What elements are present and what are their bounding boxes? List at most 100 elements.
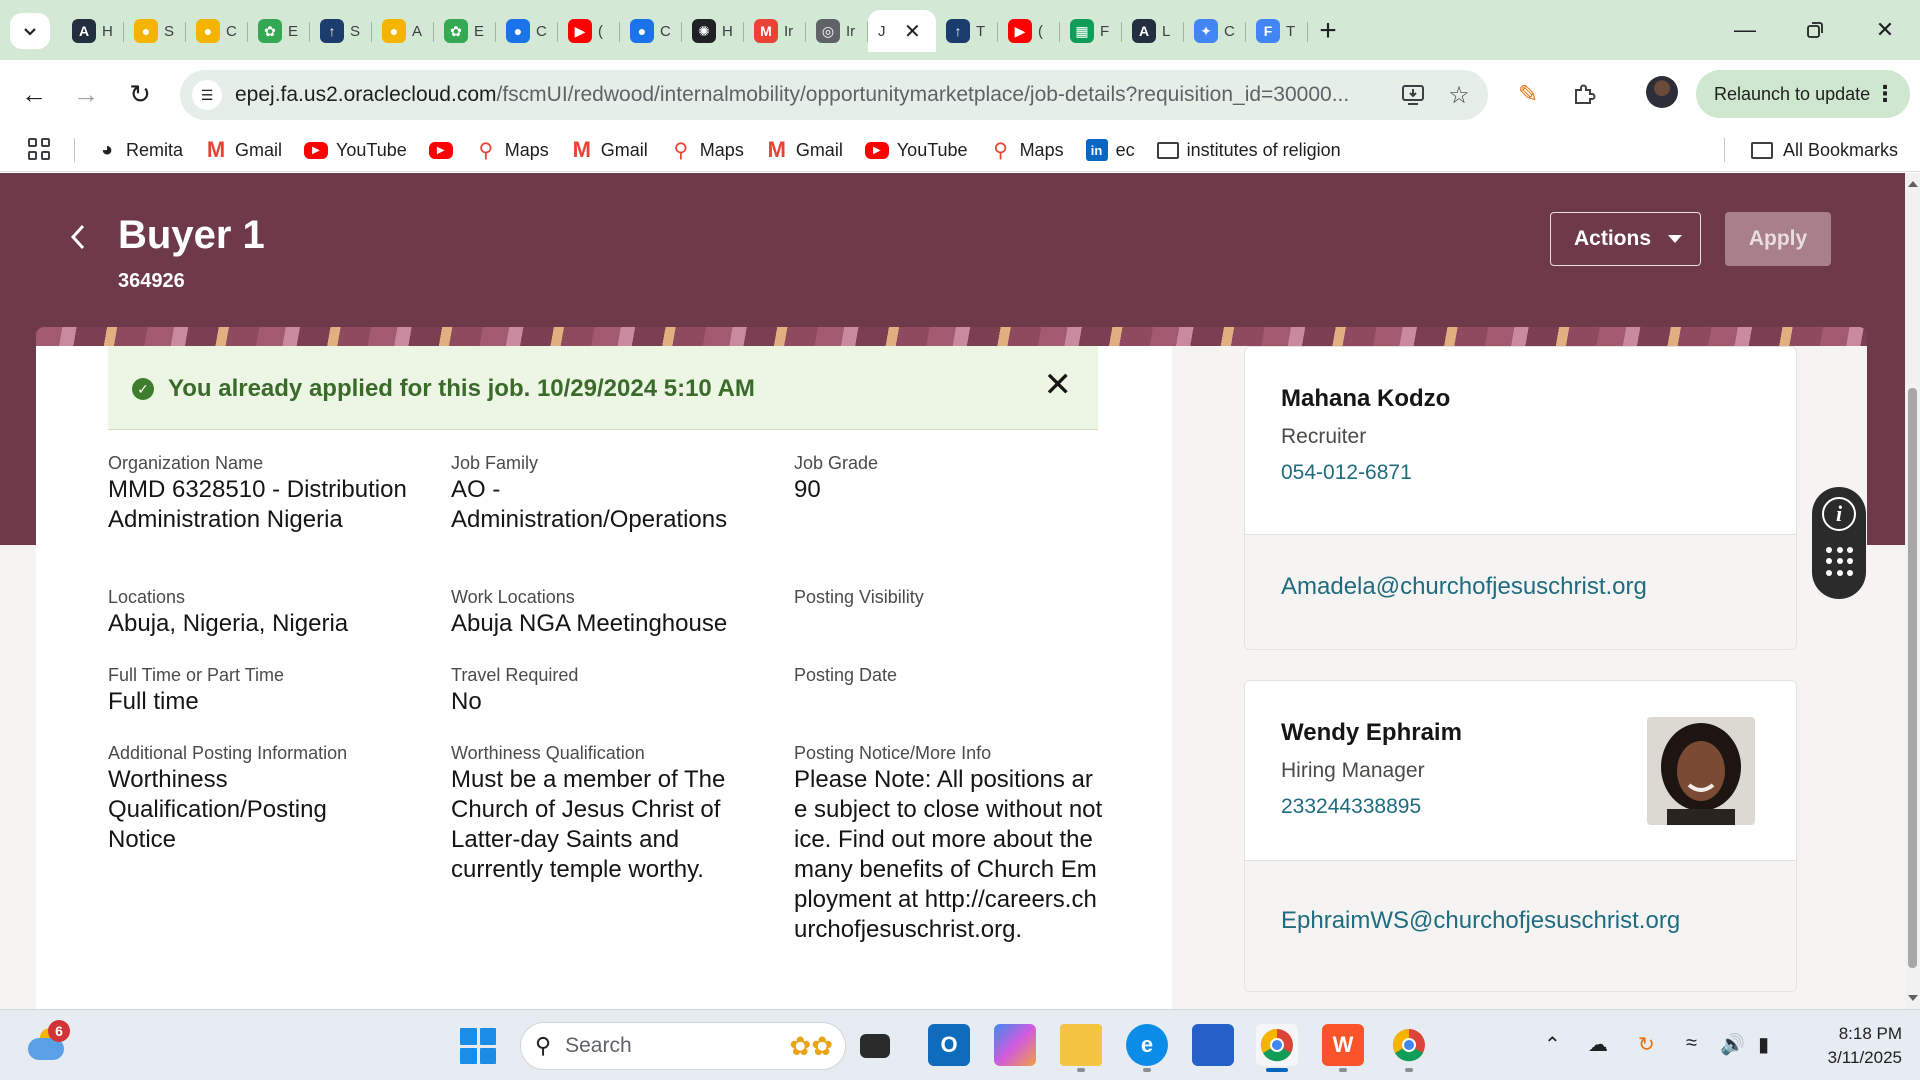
brave-icon[interactable]: W (1322, 1024, 1364, 1066)
bookmarks-divider (74, 138, 75, 162)
more-vert-icon[interactable]: ⋮ (1874, 81, 1896, 107)
caret-down-icon (1668, 235, 1682, 243)
battery-icon[interactable]: ▮ (1758, 1032, 1769, 1057)
close-window-button[interactable]: ✕ (1850, 0, 1920, 60)
browser-tab[interactable]: ✺ H (682, 10, 744, 52)
scroll-up-icon[interactable] (1908, 181, 1918, 187)
detail-field: Full Time or Part Time Full time (108, 663, 428, 717)
actions-menu-button[interactable]: Actions (1550, 212, 1701, 266)
scroll-down-icon[interactable] (1908, 995, 1918, 1001)
browser-tab[interactable]: ↑ S (310, 10, 372, 52)
browser-tab[interactable]: M Ir (744, 10, 806, 52)
bookmark-item[interactable]: M Gmail (205, 137, 282, 162)
profile-avatar[interactable] (1646, 76, 1678, 108)
info-icon[interactable]: i (1822, 497, 1856, 531)
file-explorer-icon[interactable] (1060, 1024, 1102, 1066)
dismiss-banner-button[interactable]: ✕ (1044, 368, 1073, 402)
close-tab-icon[interactable]: ✕ (904, 19, 921, 44)
bookmark-item[interactable]: ⚲ Maps (670, 139, 743, 162)
bookmark-item[interactable]: institutes of religion (1156, 140, 1341, 161)
contact-phone-link[interactable]: 233244338895 (1281, 795, 1421, 819)
wifi-icon[interactable]: ≈ (1686, 1032, 1697, 1055)
browser-tab[interactable]: AH (62, 10, 124, 52)
minimize-button[interactable]: — (1710, 0, 1780, 60)
browser-tab[interactable]: ✿ E (434, 10, 496, 52)
scrollbar-thumb[interactable] (1908, 388, 1917, 968)
browser-tab[interactable]: FT (1246, 10, 1308, 52)
apps-grid-icon[interactable] (28, 138, 50, 160)
weather-widget[interactable]: 6 (26, 1020, 70, 1064)
browser-tab[interactable]: ● C (496, 10, 558, 52)
install-app-icon[interactable] (1398, 80, 1428, 110)
bookmark-star-icon[interactable]: ☆ (1444, 80, 1474, 110)
pen-extension-icon[interactable]: ✎ (1508, 74, 1548, 114)
browser-tab[interactable]: ✦ C (1184, 10, 1246, 52)
start-button[interactable] (460, 1028, 496, 1064)
back-arrow-icon[interactable] (68, 219, 92, 261)
bookmark-item[interactable]: ▶ YouTube (304, 140, 407, 161)
taskbar-search[interactable]: ⚲ Search ✿✿ (520, 1022, 846, 1070)
forward-button[interactable]: → (66, 74, 106, 114)
address-bar[interactable]: ☰ epej.fa.us2.oraclecloud.com/fscmUI/red… (180, 70, 1488, 120)
apply-button[interactable]: Apply (1725, 212, 1831, 266)
browser-tab[interactable]: ▦ F (1060, 10, 1122, 52)
restore-button[interactable] (1780, 0, 1850, 60)
volume-icon[interactable]: 🔊 (1720, 1032, 1745, 1057)
contact-role: Recruiter (1281, 425, 1367, 448)
bookmark-item[interactable]: M Gmail (571, 137, 648, 162)
drag-handle-icon[interactable] (1826, 547, 1854, 577)
browser-tab[interactable]: ● C (620, 10, 682, 52)
bookmark-item[interactable]: ◕ Remita (96, 139, 183, 161)
site-info-icon[interactable]: ☰ (192, 80, 222, 110)
job-details-page: Buyer 1 364926 Actions Apply ✓ You alrea… (0, 173, 1905, 1009)
chevron-up-icon[interactable]: ⌃ (1544, 1032, 1561, 1057)
relaunch-button[interactable]: Relaunch to update ⋮ (1696, 70, 1910, 118)
system-clock[interactable]: 8:18 PM 3/11/2025 (1802, 1022, 1902, 1070)
sync-icon[interactable]: ↻ (1638, 1032, 1655, 1057)
browser-tab[interactable]: ▶( (998, 10, 1060, 52)
bookmark-item[interactable]: in ec (1085, 139, 1135, 161)
browser-tab[interactable]: ↑ T (936, 10, 998, 52)
contact-phone-link[interactable]: 054-012-6871 (1281, 461, 1412, 485)
url-text[interactable]: epej.fa.us2.oraclecloud.com/fscmUI/redwo… (235, 83, 1385, 107)
new-tab-button[interactable]: + (1308, 10, 1348, 52)
all-bookmarks-button[interactable]: All Bookmarks (1750, 128, 1898, 172)
bookmark-item[interactable]: ▶ YouTube (864, 140, 968, 161)
bookmark-item[interactable]: ⚲ Maps (990, 139, 1063, 162)
browser-tab[interactable]: ● S (124, 10, 186, 52)
browser-tab[interactable]: AL (1122, 10, 1184, 52)
bookmark-item[interactable]: M Gmail (766, 137, 843, 162)
contact-email-link[interactable]: Amadela@churchofjesuschrist.org (1281, 573, 1647, 601)
browser-tab[interactable]: ● A (372, 10, 434, 52)
outlook-icon[interactable]: O (928, 1024, 970, 1066)
contact-email-link[interactable]: EphraimWS@churchofjesuschrist.org (1281, 907, 1680, 935)
chrome-icon[interactable] (1256, 1024, 1298, 1066)
browser-tab-active[interactable]: J ✕ (868, 10, 936, 52)
detail-value: Abuja NGA Meetinghouse (451, 610, 728, 637)
tab-search-button[interactable] (10, 13, 50, 49)
browser-tab[interactable]: ✿ E (248, 10, 310, 52)
browser-tab[interactable]: ▶( (558, 10, 620, 52)
reload-button[interactable]: ↻ (120, 74, 160, 114)
bookmark-item[interactable]: ⚲ Maps (475, 139, 548, 162)
detail-value: AO - Administration/Operations (451, 476, 728, 533)
page-scrollbar[interactable] (1905, 173, 1920, 1009)
edge-icon[interactable]: e (1126, 1024, 1168, 1066)
microsoft-store-icon[interactable] (1192, 1024, 1234, 1066)
chrome-profile-icon[interactable] (1388, 1024, 1430, 1066)
copilot-icon[interactable] (994, 1024, 1036, 1066)
actions-label: Actions (1574, 227, 1652, 250)
tab-title: C (226, 22, 237, 40)
bookmark-item[interactable]: ▶ (428, 141, 453, 159)
task-view-icon[interactable] (860, 1034, 890, 1058)
detail-field: Locations Abuja, Nigeria, Nigeria (108, 585, 428, 639)
flower-icon: ✿ (258, 19, 282, 43)
taskbar-search-label: Search (565, 1034, 632, 1057)
onedrive-icon[interactable]: ☁ (1588, 1032, 1608, 1057)
browser-tab[interactable]: ◎ Ir (806, 10, 868, 52)
back-button[interactable]: ← (14, 74, 54, 114)
bookmark-label: YouTube (336, 139, 407, 160)
extensions-puzzle-icon[interactable] (1564, 74, 1604, 114)
detail-value: Must be a member of The Church of Jesus … (451, 766, 726, 883)
browser-tab[interactable]: ● C (186, 10, 248, 52)
